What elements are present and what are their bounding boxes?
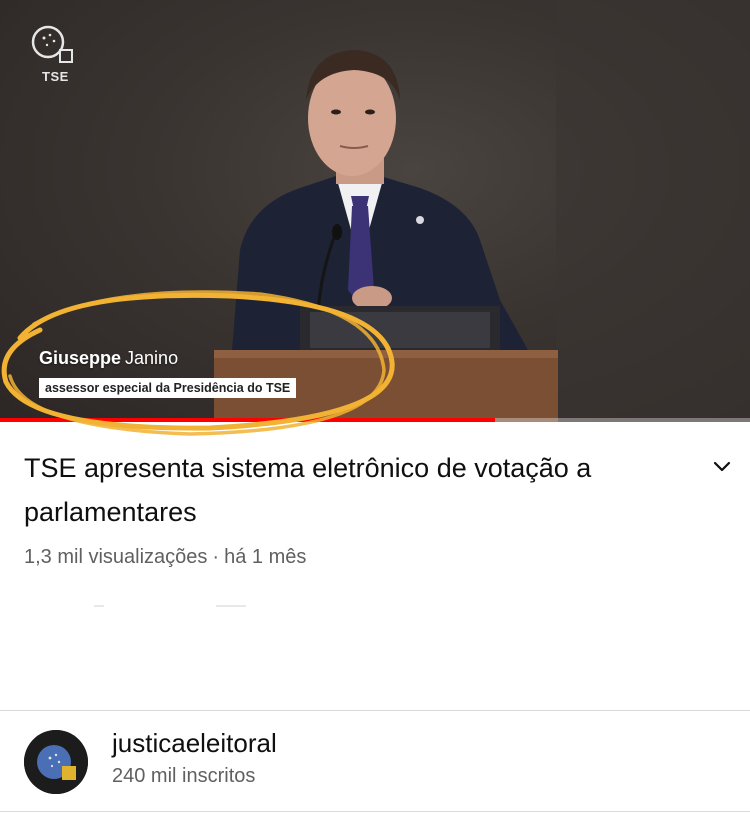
subscriber-count: 240 mil inscritos [112, 765, 256, 787]
upload-age: há 1 mês [224, 546, 307, 568]
highlight-circle-annotation [1, 290, 395, 436]
channel-avatar[interactable] [24, 730, 88, 794]
youtube-watch-page: TSE Giuseppe Janino assessor especial da … [0, 0, 750, 834]
meta-separator: · [212, 546, 220, 568]
divider-bottom [0, 811, 750, 812]
video-title[interactable]: TSE apresenta sistema eletrônico de vota… [24, 446, 664, 534]
video-metadata: 1,3 mil visualizações · há 1 mês [24, 546, 306, 569]
divider-top [0, 710, 750, 711]
channel-logo-icon [24, 730, 88, 794]
view-count: 1,3 mil visualizações [24, 546, 208, 568]
tse-logo-text: TSE [42, 69, 69, 84]
action-row-remnant [216, 605, 246, 607]
action-row-remnant [94, 605, 104, 607]
channel-name[interactable]: justicaeleitoral [112, 728, 277, 759]
chevron-down-icon[interactable] [707, 452, 737, 482]
